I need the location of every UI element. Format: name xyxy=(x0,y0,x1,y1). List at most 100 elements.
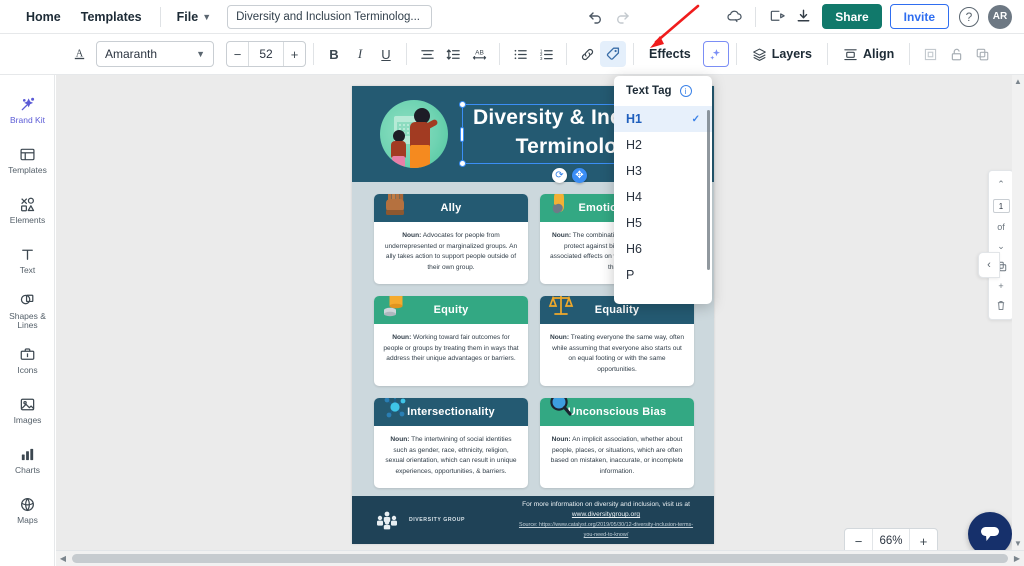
letter-spacing-icon[interactable]: AB xyxy=(466,41,492,67)
card-intersectionality[interactable]: Intersectionality Noun: The intertwining… xyxy=(374,398,528,488)
selection-handle-left[interactable] xyxy=(460,127,464,142)
selection-handle-tl[interactable] xyxy=(459,101,466,108)
font-size-stepper[interactable]: − 52 + xyxy=(226,41,306,67)
italic-button[interactable]: I xyxy=(347,41,373,67)
redo-button[interactable] xyxy=(609,4,635,30)
text-tag-option-h2[interactable]: H2 xyxy=(614,132,712,158)
card-ally[interactable]: Ally Noun: Advocates for people from und… xyxy=(374,194,528,284)
scroll-down-icon[interactable]: ▼ xyxy=(1014,537,1022,550)
scroll-right-icon[interactable]: ▶ xyxy=(1010,554,1024,563)
document-title-input[interactable]: Diversity and Inclusion Terminolog... xyxy=(227,4,433,29)
sidebar-item-templates[interactable]: Templates xyxy=(0,137,55,185)
numbered-list-icon[interactable]: 1 2 3 xyxy=(533,41,559,67)
footer-link[interactable]: www.diversitygroup.org xyxy=(572,511,640,518)
footer-info-prefix: For more information on diversity and in… xyxy=(522,501,690,508)
delete-page-icon[interactable] xyxy=(996,300,1006,311)
align-button[interactable]: Align xyxy=(835,42,902,67)
horizontal-scroll-thumb[interactable] xyxy=(72,554,1008,563)
text-tag-option-h3[interactable]: H3 xyxy=(614,158,712,184)
noun-label: Noun: xyxy=(551,436,571,443)
coins-icon xyxy=(382,296,408,320)
sidebar-item-charts[interactable]: Charts xyxy=(0,437,55,485)
bullet-list-icon[interactable] xyxy=(507,41,533,67)
ai-sparkle-icon[interactable] xyxy=(702,41,729,67)
chevron-down-icon: ▼ xyxy=(196,49,205,59)
nav-templates[interactable]: Templates xyxy=(71,4,152,30)
duplicate-icon[interactable] xyxy=(969,41,995,67)
sidebar-label: Images xyxy=(13,415,42,426)
chevron-up-icon[interactable]: ⌃ xyxy=(997,179,1005,190)
definition-text: An implicit association, whether about p… xyxy=(550,436,684,475)
help-icon[interactable]: ? xyxy=(959,6,979,27)
page-panel[interactable]: ⌃ 1 of ⌄ + xyxy=(988,170,1014,320)
collapse-panel-button[interactable]: ‹ xyxy=(978,252,1000,278)
horizontal-scrollbar[interactable]: ◀ ▶ xyxy=(56,550,1024,566)
rotate-icon[interactable]: ⟳ xyxy=(552,168,567,183)
font-family-select[interactable]: Amaranth ▼ xyxy=(96,41,214,67)
crop-icon[interactable] xyxy=(917,41,943,67)
sidebar-item-images[interactable]: Images xyxy=(0,387,55,435)
link-icon[interactable] xyxy=(574,41,600,67)
font-size-increase[interactable]: + xyxy=(284,42,305,66)
text-tag-option-h1[interactable]: H1 ✓ xyxy=(614,106,712,132)
font-size-decrease[interactable]: − xyxy=(227,42,248,66)
line-spacing-icon[interactable] xyxy=(440,41,466,67)
text-tag-option-h5[interactable]: H5 xyxy=(614,210,712,236)
document-title-text: Diversity and Inclusion Terminolog... xyxy=(236,10,420,23)
chevron-down-icon[interactable]: ⌄ xyxy=(997,241,1005,252)
download-button[interactable] xyxy=(790,4,816,30)
sidebar-item-brand-kit[interactable]: Brand Kit xyxy=(0,87,55,135)
sidebar-item-icons[interactable]: Icons xyxy=(0,337,55,385)
sidebar-item-shapes-lines[interactable]: Shapes & Lines xyxy=(0,287,55,335)
effects-button[interactable]: Effects xyxy=(641,42,699,66)
file-menu[interactable]: File ▼ xyxy=(169,4,219,30)
check-icon: ✓ xyxy=(691,113,700,125)
move-icon[interactable]: ✥ xyxy=(572,168,587,183)
card-header: Unconscious Bias xyxy=(540,398,694,426)
card-term: Intersectionality xyxy=(407,406,495,418)
scroll-left-icon[interactable]: ◀ xyxy=(56,554,70,563)
present-button[interactable] xyxy=(764,4,790,30)
text-align-icon[interactable] xyxy=(414,41,440,67)
selection-tools[interactable]: ⟳ ✥ xyxy=(552,168,587,183)
bold-button[interactable]: B xyxy=(321,41,347,67)
sidebar-item-elements[interactable]: Elements xyxy=(0,187,55,235)
header-illustration xyxy=(380,100,448,168)
svg-text:3: 3 xyxy=(539,56,542,61)
toolbar-divider xyxy=(159,6,161,27)
sidebar-item-text[interactable]: Text xyxy=(0,237,55,285)
option-label: H3 xyxy=(626,164,642,178)
share-button[interactable]: Share xyxy=(822,4,882,29)
selection-handle-bl[interactable] xyxy=(459,160,466,167)
text-tag-option-h6[interactable]: H6 xyxy=(614,236,712,262)
text-color-icon[interactable]: A xyxy=(66,41,92,67)
text-tag-dropdown[interactable]: Text Tag i H1 ✓ H2 H3 H4 H5 H6 P xyxy=(614,76,712,304)
layers-button[interactable]: Layers xyxy=(744,42,820,67)
sidebar-label: Elements xyxy=(9,215,46,226)
card-equity[interactable]: Equity Noun: Working toward fair outcome… xyxy=(374,296,528,386)
undo-button[interactable] xyxy=(583,4,609,30)
font-size-input[interactable]: 52 xyxy=(248,42,284,66)
nav-home[interactable]: Home xyxy=(16,4,71,30)
info-icon[interactable]: i xyxy=(679,85,692,97)
text-tag-button[interactable] xyxy=(600,41,626,67)
chevron-down-icon: ▼ xyxy=(202,11,212,22)
vertical-scrollbar[interactable]: ▲ ▼ xyxy=(1012,75,1024,550)
lock-icon[interactable] xyxy=(943,41,969,67)
avatar[interactable]: AR xyxy=(988,4,1012,29)
dropdown-scroll-thumb[interactable] xyxy=(707,110,710,270)
page-number-input[interactable]: 1 xyxy=(992,199,1010,213)
text-tag-option-p[interactable]: P xyxy=(614,262,712,288)
card-equality[interactable]: Equality Noun: Treating everyone the sam… xyxy=(540,296,694,386)
text-tag-option-h4[interactable]: H4 xyxy=(614,184,712,210)
underline-button[interactable]: U xyxy=(373,41,399,67)
align-label: Align xyxy=(863,47,895,61)
cloud-save-icon[interactable] xyxy=(721,4,747,30)
card-unconscious-bias[interactable]: Unconscious Bias Noun: An implicit assoc… xyxy=(540,398,694,488)
scroll-up-icon[interactable]: ▲ xyxy=(1014,75,1022,88)
invite-button[interactable]: Invite xyxy=(889,4,949,29)
sidebar-item-maps[interactable]: Maps xyxy=(0,487,55,535)
svg-text:AB: AB xyxy=(475,49,484,56)
canvas-area[interactable]: Diversity & Inclusion Terminology ⟳ ✥ Al… xyxy=(56,75,1024,550)
add-page-icon[interactable]: + xyxy=(998,281,1003,291)
